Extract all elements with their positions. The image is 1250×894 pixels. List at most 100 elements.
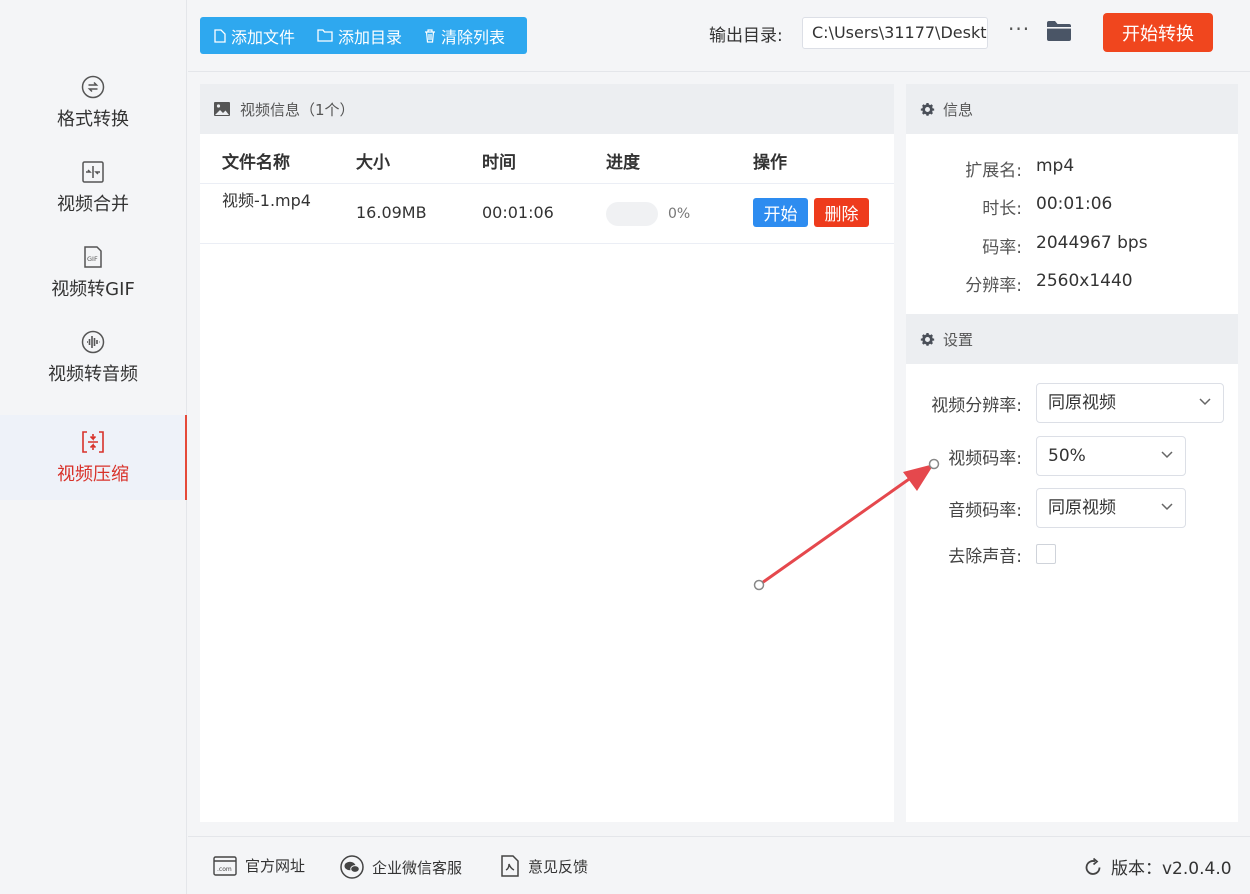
official-website-link[interactable]: .com 官方网址 — [213, 855, 305, 876]
video-bitrate-select[interactable]: 50% — [1036, 436, 1186, 476]
file-name-cell: 视频-1.mp4 — [222, 191, 311, 210]
sidebar-item-label: 视频转音频 — [48, 363, 138, 385]
chevron-down-icon — [1161, 503, 1173, 511]
video-bitrate-label: 视频码率: — [948, 449, 1022, 469]
table-row[interactable]: 视频-1.mp4 16.09MB 00:01:06 0% 开始 删除 — [200, 184, 894, 244]
file-duration-cell: 00:01:06 — [482, 203, 554, 222]
file-list-title: 视频信息（1个） — [240, 100, 355, 119]
info-row-bitrate: 码率: 2044967 bps — [906, 233, 1238, 258]
sidebar-item-label: 格式转换 — [57, 108, 129, 130]
settings-section-header: 设置 — [906, 314, 1238, 364]
column-header-time: 时间 — [482, 153, 516, 173]
refresh-icon[interactable] — [1083, 857, 1103, 877]
info-value: 00:01:06 — [1036, 194, 1113, 214]
more-options-button[interactable]: ··· — [1008, 17, 1030, 41]
properties-panel: 信息 扩展名: mp4 时长: 00:01:06 码率: 2044967 bps… — [906, 84, 1238, 822]
clear-list-button[interactable]: 清除列表 — [424, 24, 505, 48]
sidebar-item-video-to-gif[interactable]: GIF 视频转GIF — [0, 230, 186, 315]
setting-audio-bitrate: 音频码率: 同原视频 — [906, 488, 1238, 528]
sidebar-item-label: 视频合并 — [57, 193, 129, 215]
info-value: mp4 — [1036, 156, 1075, 176]
compress-icon — [81, 430, 105, 454]
info-value: 2044967 bps — [1036, 233, 1148, 253]
audio-bitrate-value: 同原视频 — [1048, 498, 1116, 518]
sidebar-item-format-convert[interactable]: 格式转换 — [0, 60, 186, 145]
gear-icon — [920, 102, 935, 116]
sidebar-item-label: 视频压缩 — [57, 463, 129, 485]
start-conversion-button[interactable]: 开始转换 — [1103, 13, 1213, 52]
info-section-title: 信息 — [943, 100, 974, 119]
file-icon — [214, 28, 226, 43]
column-header-progress: 进度 — [606, 153, 640, 173]
progress-bar — [606, 202, 658, 226]
start-file-button[interactable]: 开始 — [753, 198, 808, 227]
settings-section-title: 设置 — [943, 330, 974, 349]
toolbar: 添加文件 添加目录 清除列表 输出目录: C:\Users\31177\Desk… — [188, 0, 1250, 72]
clear-list-label: 清除列表 — [441, 27, 506, 47]
feedback-icon — [501, 855, 519, 877]
gif-icon: GIF — [81, 245, 105, 269]
sidebar-item-label: 视频转GIF — [51, 278, 135, 300]
column-header-size: 大小 — [356, 153, 390, 173]
sidebar-item-video-to-audio[interactable]: 视频转音频 — [0, 315, 186, 400]
gear-icon — [920, 332, 935, 346]
video-bitrate-value: 50% — [1048, 446, 1086, 466]
video-merge-icon — [81, 160, 105, 184]
setting-video-resolution: 视频分辨率: 同原视频 — [906, 383, 1238, 423]
file-list-header: 视频信息（1个） — [200, 84, 894, 134]
sidebar: 格式转换 视频合并 GIF 视频转GIF 视频转音频 视频压缩 — [0, 0, 187, 894]
footer: .com 官方网址 企业微信客服 意见反馈 版本：v2.0.4.0 — [188, 836, 1250, 894]
info-key: 扩展名: — [965, 161, 1022, 181]
table-header: 文件名称 大小 时间 进度 操作 — [200, 134, 894, 184]
file-list-panel: 视频信息（1个） 文件名称 大小 时间 进度 操作 视频-1.mp4 16.09… — [200, 84, 894, 822]
chevron-down-icon — [1161, 451, 1173, 459]
progress-cell: 0% — [606, 202, 690, 226]
wechat-support-link[interactable]: 企业微信客服 — [340, 855, 462, 879]
file-size-cell: 16.09MB — [356, 203, 427, 222]
actions-cell: 开始 删除 — [753, 198, 869, 227]
audio-bitrate-label: 音频码率: — [948, 501, 1022, 521]
remove-audio-checkbox[interactable] — [1036, 544, 1056, 564]
setting-video-bitrate: 视频码率: 50% — [906, 436, 1238, 476]
video-resolution-label: 视频分辨率: — [931, 396, 1022, 416]
version-info: 版本：v2.0.4.0 — [1083, 854, 1232, 879]
info-key: 分辨率: — [965, 276, 1022, 296]
add-directory-button[interactable]: 添加目录 — [317, 24, 402, 48]
remove-audio-label: 去除声音: — [948, 547, 1022, 567]
output-directory-field[interactable]: C:\Users\31177\Deskto — [802, 17, 988, 49]
add-file-button[interactable]: 添加文件 — [214, 24, 295, 48]
output-directory-label: 输出目录: — [709, 26, 783, 46]
audio-bitrate-select[interactable]: 同原视频 — [1036, 488, 1186, 528]
delete-file-button[interactable]: 删除 — [814, 198, 869, 227]
progress-percent: 0% — [668, 206, 691, 222]
open-folder-icon[interactable] — [1046, 20, 1072, 46]
sidebar-item-video-merge[interactable]: 视频合并 — [0, 145, 186, 230]
video-resolution-value: 同原视频 — [1048, 393, 1116, 413]
info-key: 时长: — [982, 199, 1022, 219]
video-resolution-select[interactable]: 同原视频 — [1036, 383, 1224, 423]
setting-remove-audio: 去除声音: — [906, 534, 1238, 574]
sidebar-item-video-compress[interactable]: 视频压缩 — [0, 415, 187, 500]
info-row-extension: 扩展名: mp4 — [906, 156, 1238, 181]
trash-icon — [425, 28, 435, 43]
file-actions-group: 添加文件 添加目录 清除列表 — [200, 17, 527, 54]
svg-text:GIF: GIF — [87, 255, 98, 263]
info-value: 2560x1440 — [1036, 271, 1133, 291]
image-icon — [214, 102, 230, 116]
version-text: 版本：v2.0.4.0 — [1111, 859, 1232, 879]
info-section-header: 信息 — [906, 84, 1238, 134]
official-website-label: 官方网址 — [245, 857, 306, 875]
info-row-resolution: 分辨率: 2560x1440 — [906, 271, 1238, 296]
column-header-name: 文件名称 — [222, 153, 290, 173]
wechat-support-label: 企业微信客服 — [372, 858, 463, 877]
folder-outline-icon — [317, 29, 333, 42]
feedback-label: 意见反馈 — [528, 857, 589, 876]
website-icon: .com — [213, 855, 237, 876]
add-directory-label: 添加目录 — [338, 27, 403, 47]
format-convert-icon — [81, 75, 105, 99]
feedback-link[interactable]: 意见反馈 — [500, 855, 588, 877]
info-key: 码率: — [982, 238, 1022, 258]
info-row-duration: 时长: 00:01:06 — [906, 194, 1238, 219]
wechat-icon — [340, 855, 364, 879]
svg-text:.com: .com — [217, 866, 232, 873]
